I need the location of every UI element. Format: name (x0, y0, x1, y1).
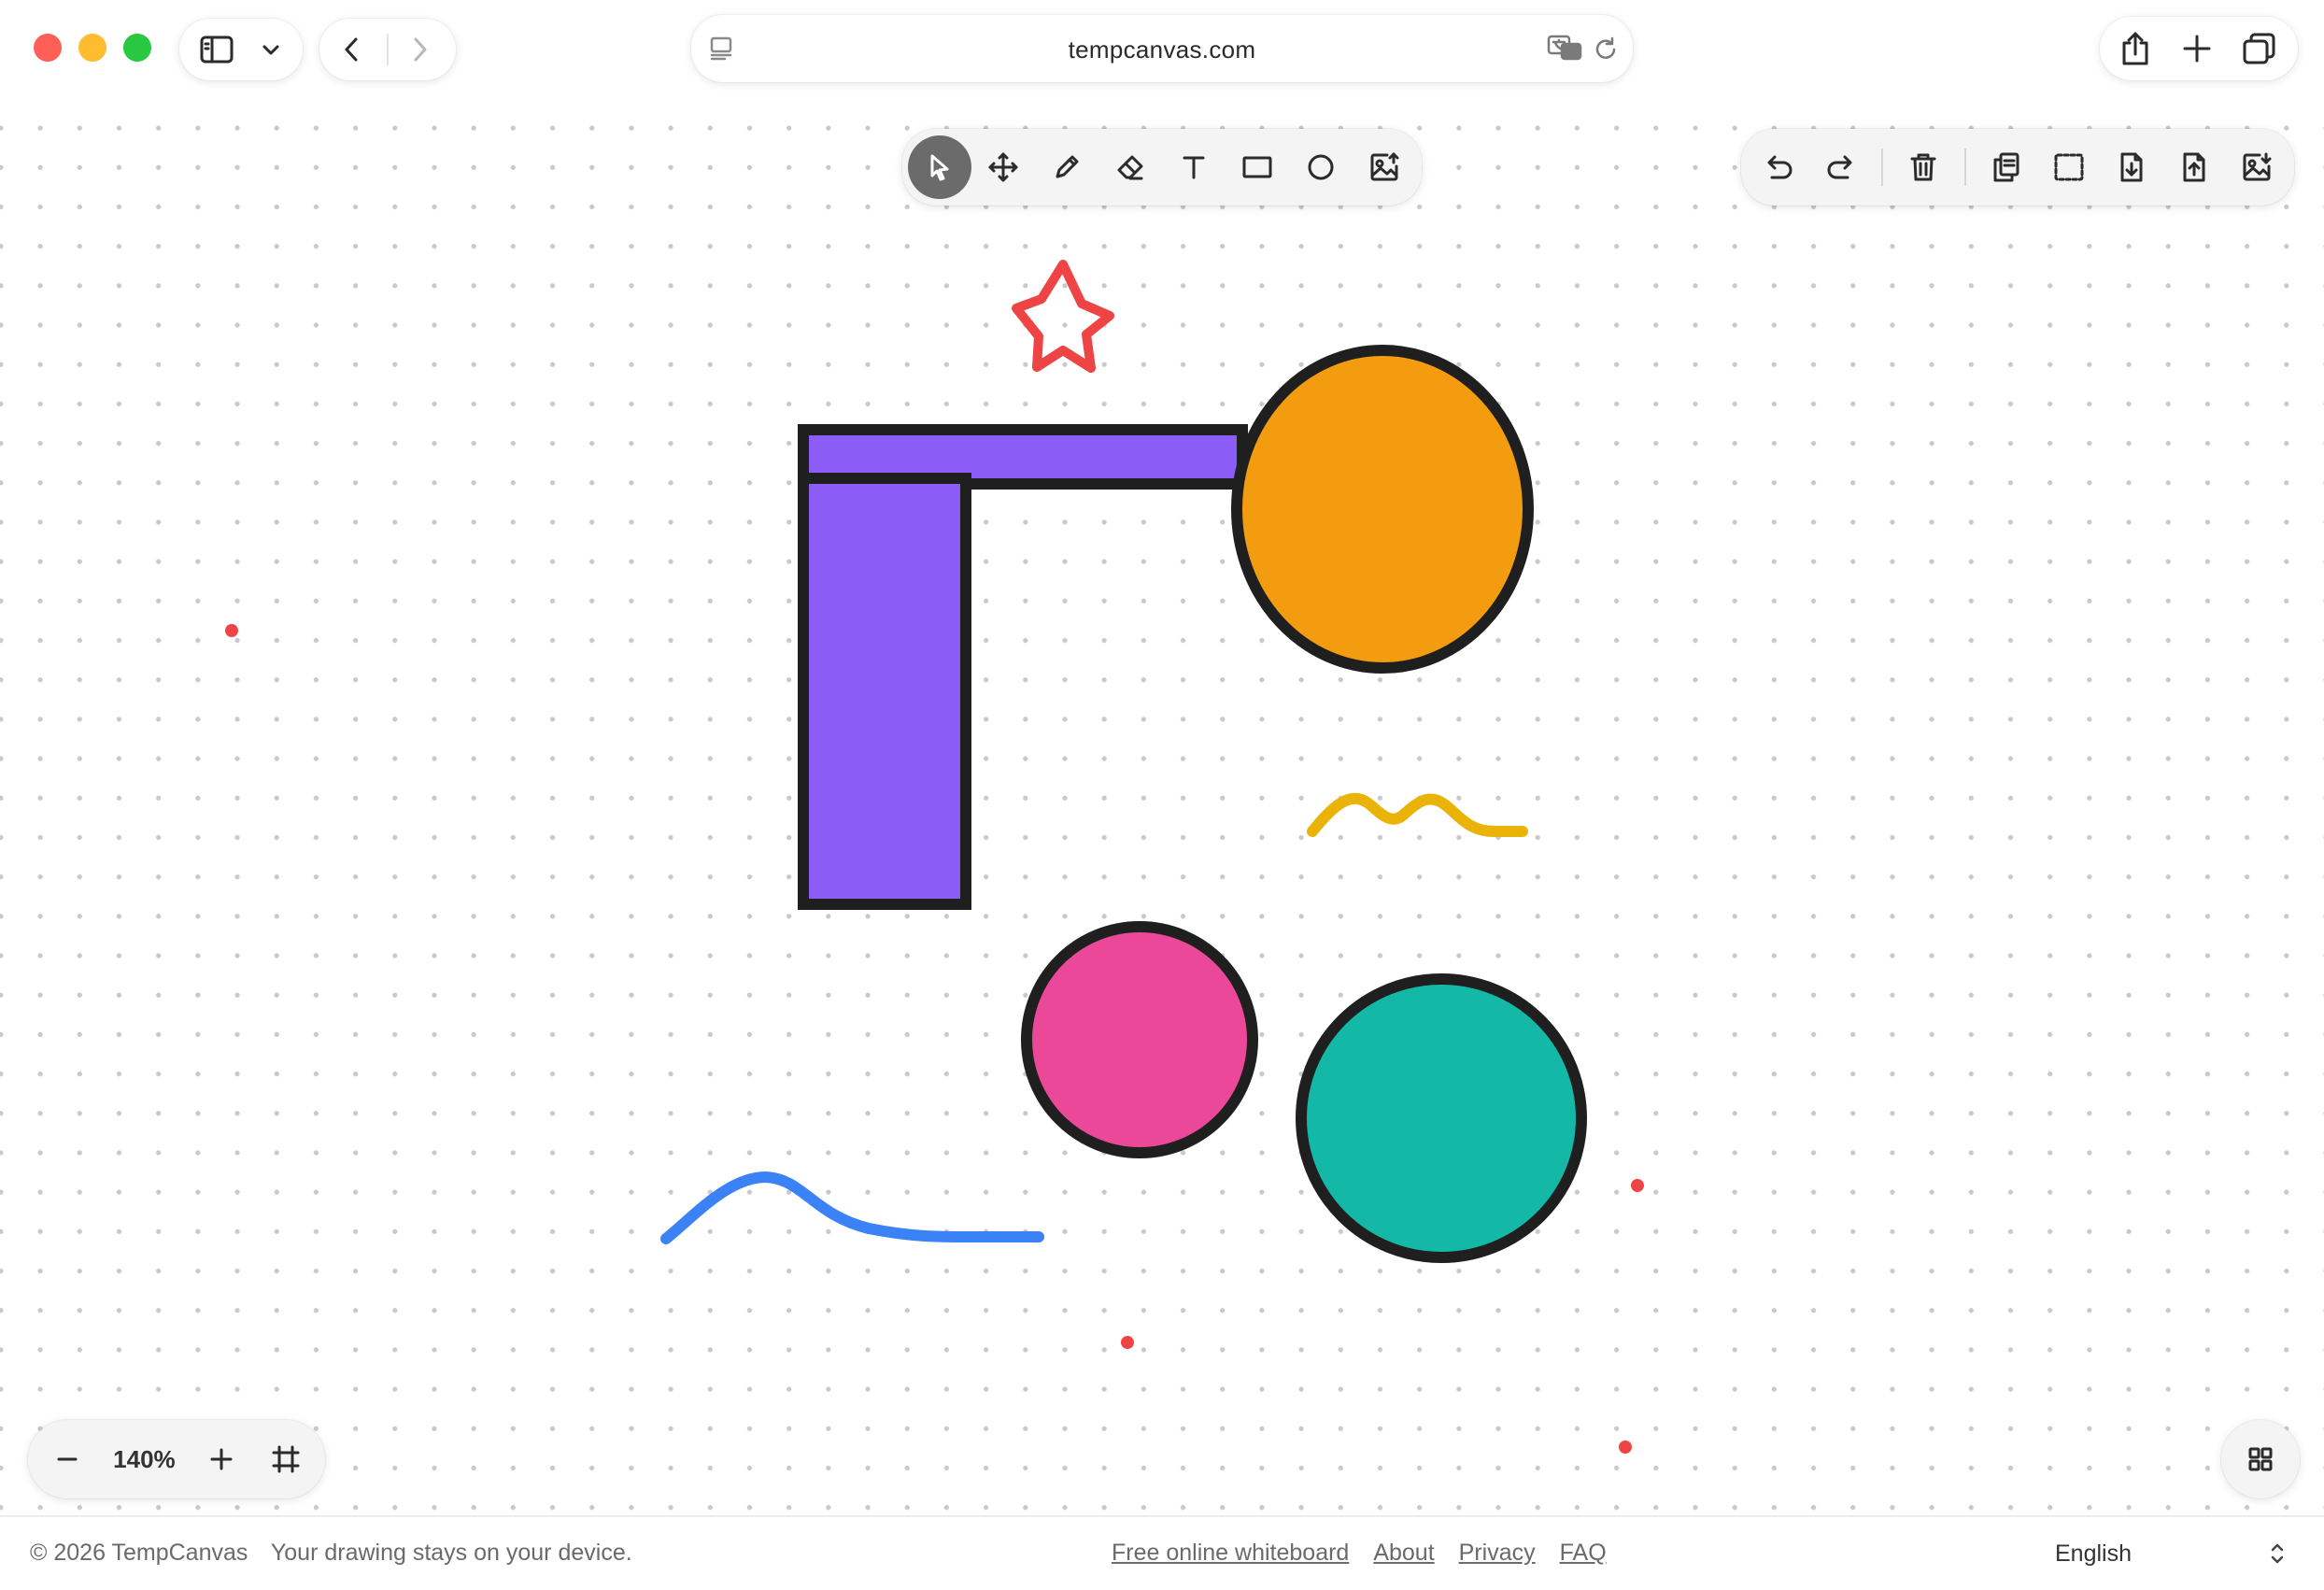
back-icon[interactable] (338, 35, 366, 64)
screenshot-button[interactable] (2038, 135, 2101, 199)
zoom-window-button[interactable] (123, 34, 151, 62)
red-dot (1121, 1336, 1134, 1349)
separator (1881, 149, 1883, 186)
window-actions (2100, 17, 2298, 80)
page-footer: © 2026 TempCanvas Your drawing stays on … (0, 1515, 2324, 1590)
forward-icon[interactable] (405, 35, 433, 64)
pink-circle (1021, 921, 1258, 1158)
pan-tool-button[interactable] (971, 135, 1035, 199)
footer-link-about[interactable]: About (1373, 1540, 1434, 1567)
sidebar-control (179, 19, 303, 80)
window-controls (34, 34, 151, 62)
history-nav (319, 19, 456, 80)
orange-ellipse (1231, 345, 1534, 674)
open-button[interactable] (2163, 135, 2226, 199)
address-bar[interactable]: tempcanvas.com (691, 15, 1633, 82)
delete-button[interactable] (1892, 135, 1955, 199)
select-tool-button[interactable] (908, 135, 971, 199)
zoom-in-button[interactable] (203, 1441, 240, 1478)
pointer-icon (930, 154, 949, 181)
minus-icon (57, 1457, 78, 1461)
footer-left: © 2026 TempCanvas Your drawing stays on … (30, 1540, 649, 1567)
file-download-icon (2120, 152, 2143, 182)
image-upload-icon (1370, 152, 1399, 181)
redo-icon (1827, 155, 1851, 179)
close-window-button[interactable] (34, 34, 62, 62)
teal-circle (1296, 973, 1587, 1263)
eraser-icon (1117, 155, 1143, 180)
tagline-text: Your drawing stays on your device. (270, 1540, 632, 1566)
screenshot-icon (2054, 153, 2084, 181)
plus-icon (210, 1448, 233, 1470)
translate-icon[interactable] (1547, 34, 1584, 64)
tools-toolbar (902, 129, 1422, 206)
circle-icon (1308, 154, 1334, 180)
copyright-text: © 2026 TempCanvas (30, 1540, 248, 1566)
updown-chevron-icon (2271, 1543, 2284, 1564)
eraser-tool-button[interactable] (1098, 135, 1162, 199)
move-icon (988, 152, 1018, 182)
footer-link-whiteboard[interactable]: Free online whiteboard (1112, 1540, 1349, 1567)
duplicate-button[interactable] (1976, 135, 2038, 199)
undo-icon (1767, 155, 1792, 179)
sidebar-icon[interactable] (200, 35, 234, 64)
footer-link-faq[interactable]: FAQ (1560, 1540, 1607, 1567)
file-upload-icon (2183, 152, 2205, 182)
language-select[interactable]: English (2055, 1532, 2287, 1575)
zoom-level[interactable]: 140% (113, 1445, 176, 1474)
canvas-drawing (225, 260, 1644, 1454)
footer-link-privacy[interactable]: Privacy (1459, 1540, 1536, 1567)
url-text[interactable]: tempcanvas.com (691, 35, 1633, 64)
undo-button[interactable] (1747, 135, 1809, 199)
reload-icon[interactable] (1592, 35, 1620, 64)
ellipse-tool-button[interactable] (1289, 135, 1353, 199)
grid-icon (2248, 1447, 2273, 1471)
actions-toolbar (1741, 129, 2294, 206)
pencil-tool-button[interactable] (1035, 135, 1098, 199)
save-button[interactable] (2101, 135, 2163, 199)
share-icon[interactable] (2119, 30, 2152, 67)
blue-wave-stroke (660, 1171, 1044, 1244)
red-dot (225, 624, 238, 637)
purple-rectangle-vertical (798, 473, 971, 910)
copy-icon (1993, 152, 2019, 182)
new-tab-icon[interactable] (2182, 34, 2212, 64)
minimize-window-button[interactable] (78, 34, 106, 62)
pencil-icon (1056, 155, 1079, 178)
red-star-stroke (1012, 260, 1114, 373)
drawing-canvas[interactable] (0, 103, 2324, 1513)
browser-chrome: tempcanvas.com (0, 0, 2324, 103)
red-dot (1619, 1441, 1632, 1454)
footer-links: Free online whiteboard About Privacy FAQ (1112, 1540, 1607, 1567)
redo-button[interactable] (1809, 135, 1872, 199)
red-dot (1631, 1179, 1644, 1192)
zoom-controls: 140% (28, 1420, 325, 1498)
chevron-down-icon[interactable] (260, 39, 282, 62)
grid-toggle-button[interactable] (2221, 1420, 2300, 1498)
separator (1963, 149, 1966, 186)
text-icon (1183, 156, 1205, 179)
export-image-button[interactable] (2226, 135, 2289, 199)
trash-icon (1910, 153, 1936, 181)
frame-icon (272, 1445, 300, 1473)
image-tool-button[interactable] (1353, 135, 1416, 199)
rectangle-tool-button[interactable] (1226, 135, 1289, 199)
language-label: English (2055, 1540, 2132, 1567)
zoom-out-button[interactable] (49, 1441, 86, 1478)
fit-to-screen-button[interactable] (267, 1441, 305, 1478)
yellow-squiggle-stroke (1307, 792, 1528, 837)
text-tool-button[interactable] (1162, 135, 1226, 199)
rectangle-icon (1242, 156, 1272, 178)
tabs-overview-icon[interactable] (2242, 32, 2277, 65)
image-export-icon (2243, 152, 2272, 181)
